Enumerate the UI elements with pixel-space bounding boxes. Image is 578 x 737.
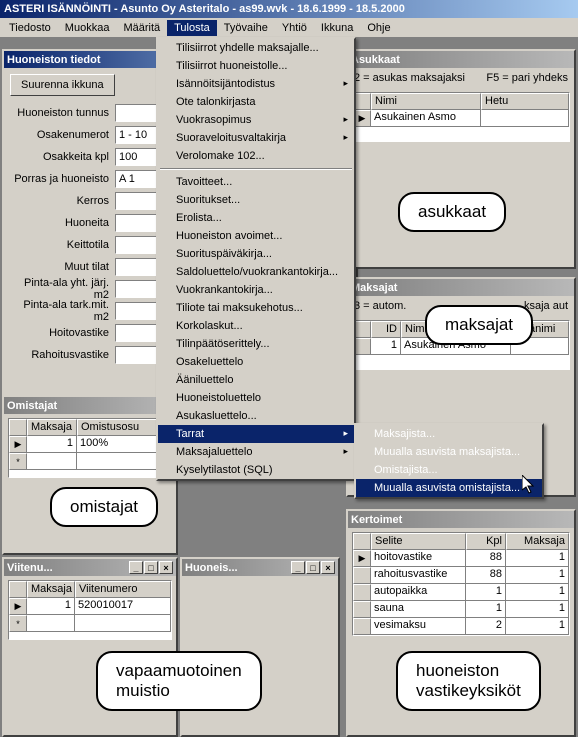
menu-item[interactable]: Maksajaluettelo bbox=[158, 443, 354, 461]
menu-yhtiö[interactable]: Yhtiö bbox=[275, 20, 314, 36]
menu-item[interactable]: Osakeluettelo bbox=[158, 353, 354, 371]
callout-asukkaat: asukkaat bbox=[398, 192, 506, 232]
hint-text: 3 = autom. bbox=[354, 300, 406, 312]
menu-item[interactable]: Korkolaskut... bbox=[158, 317, 354, 335]
menu-muokkaa[interactable]: Muokkaa bbox=[58, 20, 117, 36]
menu-item[interactable]: Vuokrankantokirja... bbox=[158, 281, 354, 299]
callout-muistio: vapaamuotoinen muistio bbox=[96, 651, 262, 711]
table-row[interactable]: ▶hoitovastike881 bbox=[353, 550, 569, 567]
menu-item[interactable]: Tilisiirrot yhdelle maksajalle... bbox=[158, 39, 354, 57]
menu-tiedosto[interactable]: Tiedosto bbox=[2, 20, 58, 36]
menu-item[interactable]: Huoneistoluettelo bbox=[158, 389, 354, 407]
table-row: * bbox=[9, 453, 171, 470]
maximize-button[interactable]: □ bbox=[306, 561, 320, 574]
menu-item[interactable]: Tavoitteet... bbox=[158, 173, 354, 191]
callout-omistajat: omistajat bbox=[50, 487, 158, 527]
submenu-tarrat[interactable]: Maksajista...Muualla asuvista maksajista… bbox=[354, 423, 544, 499]
menu-ikkuna[interactable]: Ikkuna bbox=[314, 20, 360, 36]
menu-item[interactable]: Tilinpäätöserittely... bbox=[158, 335, 354, 353]
minimize-button[interactable]: _ bbox=[291, 561, 305, 574]
menu-item[interactable]: Tilisiirrot huoneistolle... bbox=[158, 57, 354, 75]
mdi-area: Huoneiston tiedot Suurenna ikkuna Huonei… bbox=[0, 37, 578, 728]
menu-item[interactable]: Asukasluettelo... bbox=[158, 407, 354, 425]
table-row: ▶1100% bbox=[9, 436, 171, 453]
suurenna-button[interactable]: Suurenna ikkuna bbox=[10, 74, 115, 96]
win-asukkaat: Asukkaat 2 = asukas maksajaksi F5 = pari… bbox=[346, 49, 576, 269]
menu-item[interactable]: Erolista... bbox=[158, 209, 354, 227]
maximize-button[interactable]: □ bbox=[144, 561, 158, 574]
app-titlebar: ASTERI ISÄNNÖINTI - Asunto Oy Asteritalo… bbox=[0, 0, 578, 18]
menu-item[interactable]: Isännöitsijäntodistus bbox=[158, 75, 354, 93]
menu-työvaihe[interactable]: Työvaihe bbox=[217, 20, 275, 36]
close-button[interactable]: × bbox=[159, 561, 173, 574]
app-title: ASTERI ISÄNNÖINTI - Asunto Oy Asteritalo… bbox=[4, 3, 405, 15]
table-row[interactable]: vesimaksu21 bbox=[353, 618, 569, 635]
hint-text: 2 = asukas maksajaksi bbox=[354, 72, 465, 84]
menu-item[interactable]: Vuokrasopimus bbox=[158, 111, 354, 129]
menu-tulosta[interactable]: Tulosta bbox=[167, 20, 217, 36]
menu-item[interactable]: Tiliote tai maksukehotus... bbox=[158, 299, 354, 317]
menu-item[interactable]: Saldoluettelo/vuokrankantokirja... bbox=[158, 263, 354, 281]
table-row: * bbox=[9, 615, 171, 632]
callout-maksajat: maksajat bbox=[425, 305, 533, 345]
table-row[interactable]: autopaikka11 bbox=[353, 584, 569, 601]
minimize-button[interactable]: _ bbox=[129, 561, 143, 574]
menu-item[interactable]: Muualla asuvista maksajista... bbox=[356, 443, 542, 461]
hint-text: ksaja aut bbox=[524, 300, 568, 312]
menu-ohje[interactable]: Ohje bbox=[360, 20, 397, 36]
table-row[interactable]: rahoitusvastike881 bbox=[353, 567, 569, 584]
menu-item[interactable]: Suoritukset... bbox=[158, 191, 354, 209]
menu-item[interactable]: Verolomake 102... bbox=[158, 147, 354, 165]
menu-item[interactable]: Omistajista... bbox=[356, 461, 542, 479]
table-row: ▶Asukainen Asmo bbox=[353, 110, 569, 127]
menu-item[interactable]: Ote talonkirjasta bbox=[158, 93, 354, 111]
callout-kertoimet: huoneiston vastikeyksiköt bbox=[396, 651, 541, 711]
menu-item[interactable]: Suoraveloitusvaltakirja bbox=[158, 129, 354, 147]
table-row[interactable]: sauna11 bbox=[353, 601, 569, 618]
menu-tulosta[interactable]: Tilisiirrot yhdelle maksajalle...Tilisii… bbox=[156, 37, 356, 481]
menubar[interactable]: TiedostoMuokkaaMääritäTulostaTyövaiheYht… bbox=[0, 18, 578, 37]
menu-item[interactable]: TarratMaksajista...Muualla asuvista maks… bbox=[158, 425, 354, 443]
menu-item[interactable]: Muualla asuvista omistajista... bbox=[356, 479, 542, 497]
win-omistajat: Omistajat MaksajaOmistusosu ▶1100% * bbox=[2, 395, 178, 555]
menu-item[interactable]: Suorituspäiväkirja... bbox=[158, 245, 354, 263]
table-row: ▶1520010017 bbox=[9, 598, 171, 615]
hint-text: F5 = pari yhdeks bbox=[486, 72, 568, 84]
win-title: Omistajat bbox=[4, 397, 176, 414]
close-button[interactable]: × bbox=[321, 561, 335, 574]
menu-item[interactable]: Maksajista... bbox=[356, 425, 542, 443]
menu-item[interactable]: Kyselytilastot (SQL) bbox=[158, 461, 354, 479]
menu-määritä[interactable]: Määritä bbox=[116, 20, 167, 36]
menu-item[interactable]: Ääniluettelo bbox=[158, 371, 354, 389]
menu-item[interactable]: Huoneiston avoimet... bbox=[158, 227, 354, 245]
